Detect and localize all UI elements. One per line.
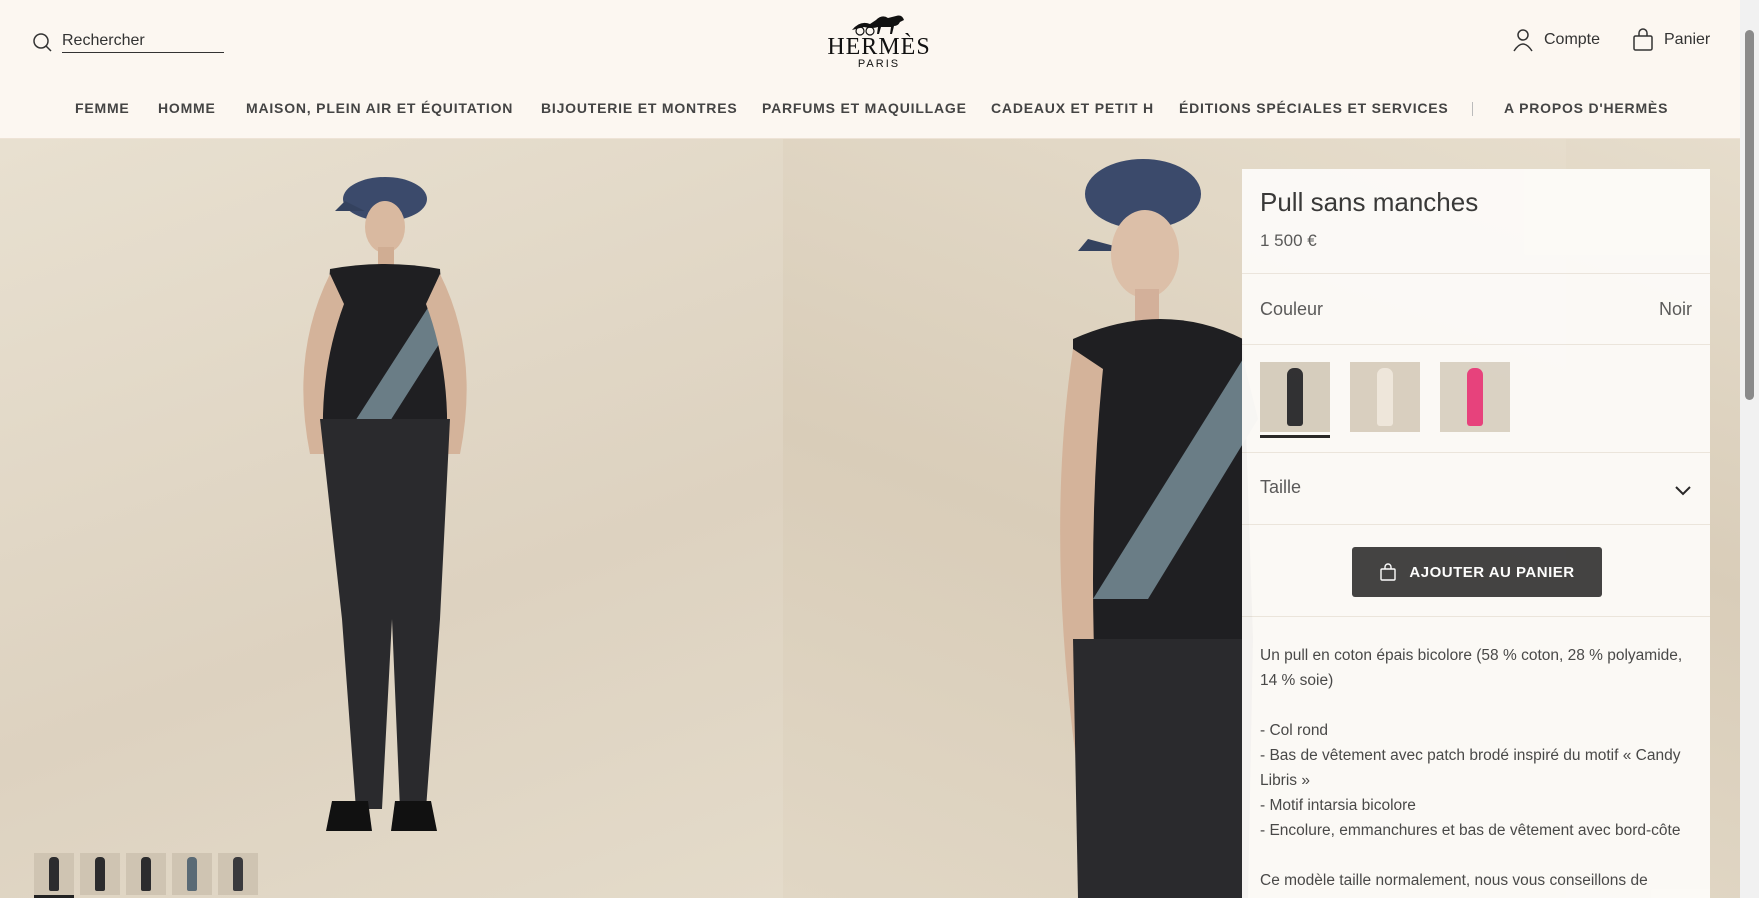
product-description: Un pull en coton épais bicolore (58 % co… [1260,643,1700,893]
account-label: Compte [1544,31,1601,48]
nav-item-parfums[interactable]: PARFUMS ET MAQUILLAGE [762,100,967,116]
description-line: - Motif intarsia bicolore [1260,797,1416,814]
gallery-thumbnail[interactable] [218,853,258,895]
nav-item-femme[interactable]: FEMME [75,100,130,116]
color-swatch-noir[interactable] [1260,362,1330,438]
nav-item-bijouterie[interactable]: BIJOUTERIE ET MONTRES [541,100,737,116]
divider [1242,524,1710,525]
site-header: Rechercher HERMÈS PARIS Compte Panier FE… [0,0,1759,139]
nav-item-maison[interactable]: MAISON, PLEIN AIR ET ÉQUITATION [246,100,513,116]
account-link[interactable]: Compte [1512,28,1600,52]
add-to-cart-label: AJOUTER AU PANIER [1409,563,1575,581]
color-swatches [1260,362,1510,438]
search-icon [33,33,52,52]
description-line: Un pull en coton épais bicolore (58 % co… [1260,647,1683,689]
product-price: 1 500 € [1260,231,1317,250]
product-image-full-look[interactable] [0,139,783,898]
nav-item-cadeaux[interactable]: CADEAUX ET PETIT H [991,100,1154,116]
product-title: Pull sans manches [1260,187,1479,217]
divider [1242,616,1710,617]
description-line [1260,693,1700,718]
description-line: Ce modèle taille normalement, nous vous … [1260,872,1648,889]
nav-item-a-propos[interactable]: A PROPOS D'HERMÈS [1504,100,1668,116]
gallery-thumbnail[interactable] [126,853,166,895]
model-figure-left [303,177,467,831]
description-line: - Col rond [1260,722,1329,739]
gallery-thumbnail[interactable] [172,853,212,895]
gallery-thumbnail[interactable] [80,853,120,895]
add-to-cart-button[interactable]: AJOUTER AU PANIER [1352,547,1602,597]
color-value: Noir [1658,299,1692,319]
search-box[interactable]: Rechercher [32,30,227,54]
divider [1242,452,1710,453]
shopping-bag-icon [1380,563,1397,581]
product-info-panel: Pull sans manches 1 500 € Couleur Noir T… [1242,169,1710,898]
user-icon [1513,29,1533,52]
nav-item-editions[interactable]: ÉDITIONS SPÉCIALES ET SERVICES [1179,100,1449,116]
chevron-down-icon[interactable] [1674,481,1692,499]
nav-item-homme[interactable]: HOMME [158,100,216,116]
cart-label: Panier [1664,31,1711,48]
nav-divider [1472,102,1473,116]
logo-name: HERMÈS [827,34,931,60]
divider [1242,273,1710,274]
color-swatch-rose[interactable] [1440,362,1510,432]
divider [1242,344,1710,345]
gallery-thumbnail[interactable] [34,853,74,898]
hermes-logo[interactable]: HERMÈS PARIS [820,8,938,72]
gallery-thumbnails [34,853,258,898]
description-line [1260,843,1700,868]
page-scrollbar[interactable] [1740,0,1759,898]
carriage-logo-icon [852,15,904,36]
color-label: Couleur [1260,299,1324,319]
description-line: - Encolure, emmanchures et bas de vêteme… [1260,822,1681,839]
description-line: - Bas de vêtement avec patch brodé inspi… [1260,747,1681,789]
search-input[interactable]: Rechercher [62,32,224,53]
size-selector[interactable]: Taille [1260,477,1301,498]
main-nav: FEMME HOMME MAISON, PLEIN AIR ET ÉQUITAT… [0,100,1740,120]
shopping-bag-icon [1633,28,1653,51]
cart-link[interactable]: Panier [1632,28,1710,52]
color-swatch-blanc[interactable] [1350,362,1420,432]
scrollbar-thumb[interactable] [1745,30,1754,400]
